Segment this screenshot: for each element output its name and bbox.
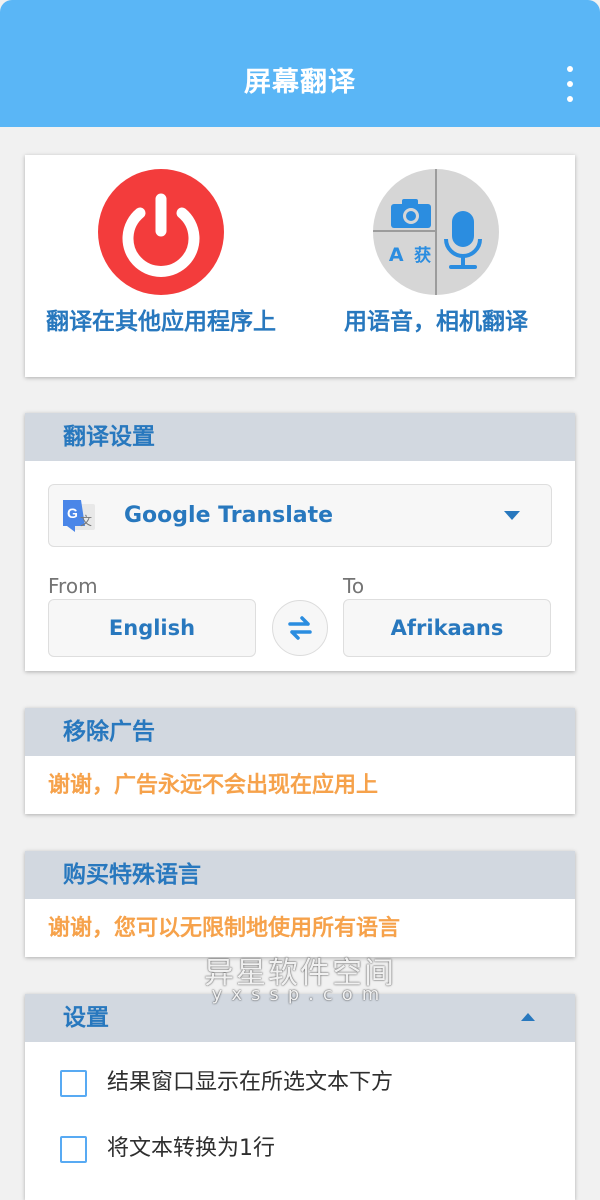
voice-camera-translate-button[interactable]: A 获 用语音，相机翻译 — [321, 169, 551, 338]
translate-on-other-apps-label: 翻译在其他应用程序上 — [46, 309, 276, 335]
translation-engine-select[interactable]: G 文 Google Translate — [48, 484, 552, 547]
camera-icon — [391, 199, 431, 228]
from-label: From — [48, 574, 98, 598]
more-vert-icon[interactable] — [562, 66, 578, 102]
source-language-button[interactable]: English — [48, 599, 256, 657]
text-translate-icon: A 获 — [388, 244, 432, 266]
checkbox[interactable] — [60, 1070, 87, 1097]
option-label: 将文本转换为1行 — [107, 1136, 275, 1161]
voice-camera-quad: A 获 — [373, 169, 499, 295]
power-icon — [98, 169, 224, 295]
to-label: To — [343, 574, 365, 598]
chevron-up-icon[interactable] — [521, 1013, 535, 1021]
microphone-icon — [444, 211, 482, 269]
remove-ads-header[interactable]: 移除广告 — [25, 708, 575, 756]
target-language-button[interactable]: Afrikaans — [343, 599, 551, 657]
translation-engine-name: Google Translate — [124, 503, 334, 528]
translate-on-other-apps-button[interactable]: 翻译在其他应用程序上 — [46, 169, 276, 338]
translate-settings-header: 翻译设置 — [25, 413, 575, 461]
chevron-down-icon — [504, 511, 520, 520]
swap-icon — [288, 616, 312, 640]
remove-ads-card: 移除广告 谢谢，广告永远不会出现在应用上 — [25, 708, 575, 814]
settings-title: 设置 — [63, 1005, 109, 1031]
watermark-url: yxssp.com — [211, 984, 389, 1005]
svg-text:G: G — [67, 505, 78, 521]
remove-ads-message: 谢谢，广告永远不会出现在应用上 — [48, 773, 379, 798]
quick-actions-card: 翻译在其他应用程序上 A 获 用语音，相机翻译 — [25, 155, 575, 377]
translate-settings-card: 翻译设置 G 文 Google Translate From To Englis… — [25, 413, 575, 671]
swap-languages-button[interactable] — [272, 600, 328, 656]
checkbox[interactable] — [60, 1136, 87, 1163]
app-title: 屏幕翻译 — [244, 67, 356, 98]
option-label: 结果窗口显示在所选文本下方 — [107, 1070, 394, 1095]
buy-languages-header[interactable]: 购买特殊语言 — [25, 851, 575, 899]
svg-text:文: 文 — [80, 513, 92, 528]
voice-camera-translate-label: 用语音，相机翻译 — [344, 309, 528, 335]
google-translate-icon: G 文 — [63, 500, 95, 532]
app-bar: 屏幕翻译 — [0, 0, 600, 127]
buy-languages-message: 谢谢，您可以无限制地使用所有语言 — [48, 916, 401, 941]
settings-card: 设置 结果窗口显示在所选文本下方 将文本转换为1行 — [25, 994, 575, 1200]
buy-languages-card: 购买特殊语言 谢谢，您可以无限制地使用所有语言 — [25, 851, 575, 957]
